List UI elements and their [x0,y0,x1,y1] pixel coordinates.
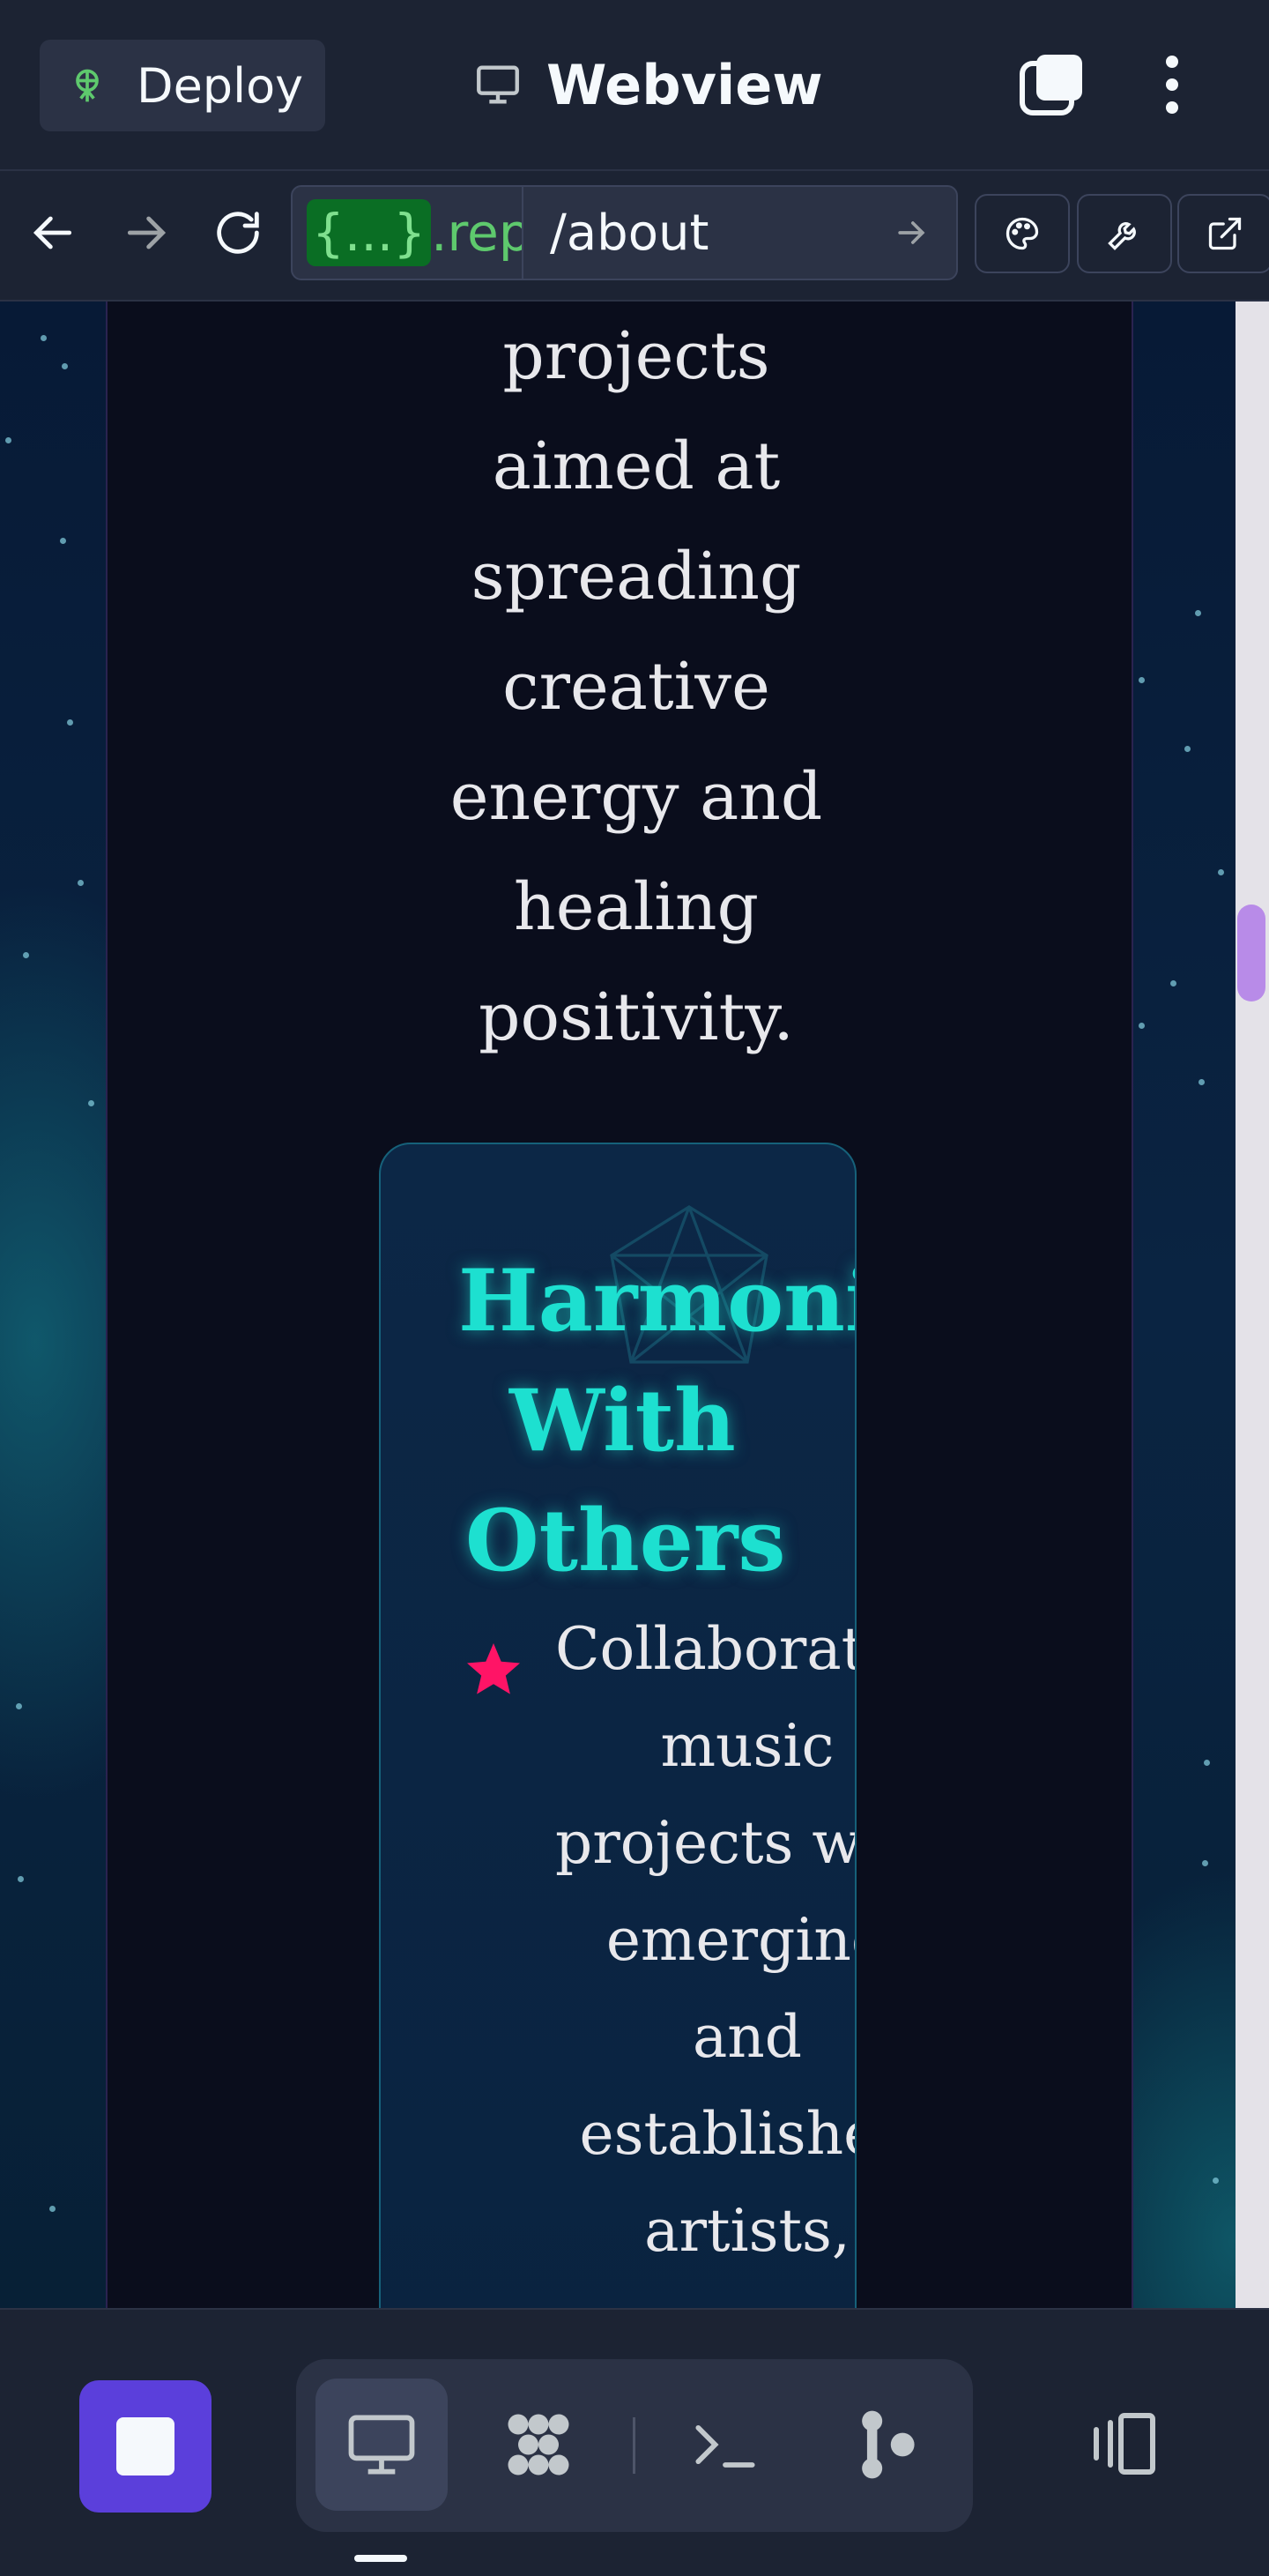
background-star [49,2206,56,2212]
bullet-line: music [660,1712,835,1780]
intro-line: aimed at [492,428,781,504]
open-external-button[interactable] [1177,194,1269,273]
bullet-text: Collaborative music projects with emergi… [555,1601,855,2280]
forward-arrow-icon[interactable] [118,205,174,261]
title-text: Webview [546,52,823,117]
git-icon [862,2410,915,2479]
monitor-icon [348,2415,415,2475]
background-star [18,1876,24,1882]
tab-divider [633,2417,635,2474]
background-star [1218,869,1224,875]
intro-line: creative [502,649,770,725]
bullet-line: Collaborative [555,1615,855,1683]
intro-line: spreading [471,539,802,614]
bullet-line: established [579,2100,855,2168]
background-star [16,1703,22,1709]
bullet-line: projects with [555,1809,855,1877]
background-star [23,952,29,958]
tab-shell[interactable] [659,2379,791,2511]
scrollbar-track[interactable] [1236,302,1269,2308]
devtools-button[interactable] [1077,194,1172,273]
url-host-braces: {...} [307,199,432,266]
home-indicator [354,2555,407,2562]
webview-content[interactable]: projects aimed at spreading creative ene… [0,302,1236,2308]
intro-line: energy and [449,759,823,835]
background-star [1202,1860,1208,1866]
bottom-toolbar [0,2308,1269,2576]
harmonizing-card: Harmonizing With Others Collaborative mu… [379,1143,857,2308]
background-star [1198,1079,1205,1085]
external-link-icon [1208,217,1242,250]
scrollbar-thumb[interactable] [1237,905,1265,1001]
app-header: Deploy Webview [0,0,1269,171]
background-star [88,1100,94,1106]
background-star [1170,980,1176,986]
background-star [5,437,11,443]
card-title-line: Others [465,1491,786,1590]
deploy-icon [68,66,107,105]
stop-icon [116,2417,174,2475]
background-star [41,335,47,341]
background-star [62,363,68,369]
deploy-label: Deploy [137,57,304,114]
url-path-input[interactable]: /about [550,187,709,279]
monitor-icon [472,59,523,110]
bullet-line: and [692,2003,803,2071]
deploy-button[interactable]: Deploy [40,40,325,131]
intro-line: healing [514,869,759,945]
packager-icon [508,2414,569,2475]
palette-icon [1006,217,1039,250]
url-host-rest: .repl [431,203,522,263]
intro-line: projects [502,318,770,394]
tab-git[interactable] [820,2379,952,2511]
page-title: Webview [472,49,823,120]
background-star [1195,610,1201,616]
background-star [1184,746,1191,752]
intro-line: positivity. [479,979,794,1055]
star-bullet-icon [462,1638,525,1701]
go-arrow-icon[interactable] [892,213,931,252]
intro-paragraph: projects aimed at spreading creative ene… [354,302,918,1073]
back-arrow-icon[interactable] [25,205,81,261]
bullet-line: artists, [644,2197,850,2265]
background-star [1139,1023,1145,1029]
more-vertical-icon[interactable] [1146,49,1198,120]
tab-webview[interactable] [315,2379,448,2511]
tool-tabs [296,2359,973,2532]
reload-icon[interactable] [210,205,266,261]
url-bar[interactable]: {...} .repl /about [291,185,958,280]
tab-packager[interactable] [472,2379,605,2511]
terminal-icon [695,2424,755,2468]
tabs-icon[interactable] [1017,49,1087,120]
background-star [78,880,84,886]
card-title-line: With [509,1371,736,1470]
card-title-line: Harmonizing [458,1251,855,1351]
background-star [67,719,73,726]
url-host: {...} .repl [293,187,522,279]
bullet-line: emerging [605,1906,855,1974]
background-star [1139,677,1145,683]
palette-button[interactable] [975,194,1070,273]
panel-toggle-icon[interactable] [1082,2401,1167,2486]
wrench-icon [1108,222,1136,250]
background-star [1213,2178,1219,2184]
background-star [60,538,66,544]
url-divider [522,187,523,279]
stop-button[interactable] [79,2380,212,2513]
background-star [1204,1760,1210,1766]
browser-toolbar: {...} .repl /about [0,171,1269,302]
card-title: Harmonizing With Others [458,1241,855,1601]
